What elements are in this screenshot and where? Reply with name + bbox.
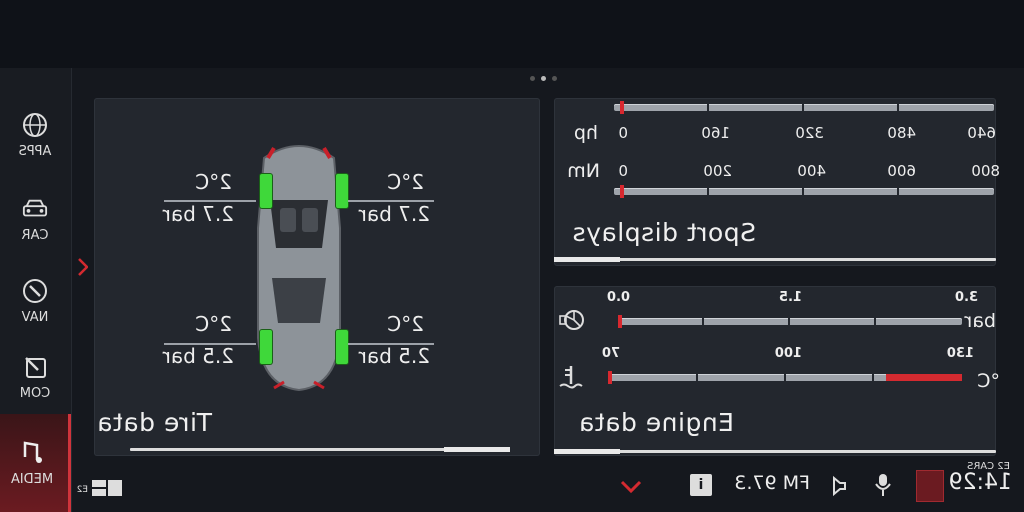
nm-gauge-track: [614, 188, 994, 195]
boost-unit: bar: [964, 310, 996, 332]
hp-tick: 640: [967, 124, 996, 142]
globe-icon: [22, 112, 48, 138]
hp-tick: 160: [701, 124, 730, 142]
wheel-rear-right: [260, 330, 272, 364]
sidebar-item-label: COM: [19, 385, 51, 401]
sidebar-item-label: MEDIA: [10, 471, 54, 487]
hp-gauge-marker: [620, 101, 624, 114]
oil-unit: °C: [977, 370, 1000, 392]
nm-tick: 0: [618, 162, 628, 180]
hp-gauge-track: [614, 104, 994, 111]
nm-tick: 800: [971, 162, 1000, 180]
mirrored-ui: APPS CAR NAV COM MEDIA Tire data 2°C 2.7…: [0, 0, 1024, 512]
hp-tick: 0: [618, 124, 628, 142]
chevron-icon[interactable]: [78, 258, 88, 276]
tire-temp: 2°C: [387, 312, 424, 336]
hp-tick: 480: [887, 124, 916, 142]
oil-tick: 100: [774, 346, 802, 361]
sidebar-item-com[interactable]: COM: [0, 338, 71, 416]
boost-gauge-track: [618, 318, 962, 325]
panel-bottom-bar: [554, 257, 996, 262]
oil-tick: 130: [946, 346, 974, 361]
tire-panel-title: Tire data: [96, 408, 212, 437]
info-badge[interactable]: i: [690, 474, 712, 496]
tire-pressure: 2.5 bar: [358, 344, 430, 368]
tire-temp: 2°C: [195, 312, 232, 336]
clock: 14:29: [948, 470, 1012, 495]
nm-tick: 600: [887, 162, 916, 180]
sidebar: APPS CAR NAV COM MEDIA: [0, 68, 72, 512]
oil-gauge-marker: [608, 371, 612, 384]
layout-switch-icon[interactable]: [92, 480, 122, 496]
boost-gauge-marker: [618, 315, 622, 328]
nm-tick: 200: [703, 162, 732, 180]
sidebar-item-car[interactable]: CAR: [0, 180, 71, 258]
tire-pressure: 2.5 bar: [162, 344, 234, 368]
engine-panel-title: Engine data: [578, 408, 734, 437]
music-note-icon: [19, 440, 45, 466]
tire-temp: 2°C: [387, 170, 424, 194]
compass-icon: [22, 278, 48, 304]
nm-tick: 400: [797, 162, 826, 180]
oil-tick: 70: [601, 346, 620, 361]
sport-panel-title: Sport displays: [572, 218, 756, 247]
turbo-icon: [559, 310, 584, 330]
edit-icon: [22, 354, 48, 380]
wheel-front-left: [336, 174, 348, 208]
sidebar-item-label: APPS: [18, 143, 52, 159]
car-front-icon: [22, 196, 48, 222]
signal-indicator[interactable]: [916, 470, 944, 502]
sidebar-item-label: NAV: [21, 309, 49, 325]
coolant-temp-icon: [559, 366, 583, 389]
nm-gauge-marker: [620, 185, 624, 198]
wheel-front-right: [260, 174, 272, 208]
sidebar-item-media[interactable]: MEDIA: [0, 414, 71, 512]
wheel-rear-left: [336, 330, 348, 364]
hp-unit: hp: [573, 122, 598, 144]
tire-pressure: 2.7 bar: [358, 202, 430, 226]
boost-tick: 3.0: [954, 290, 978, 305]
tire-pressure: 2.7 bar: [162, 202, 234, 226]
sidebar-item-label: CAR: [21, 227, 49, 243]
oil-gauge-track: [608, 374, 962, 381]
sidebar-item-nav[interactable]: NAV: [0, 262, 71, 340]
panel-bottom-bar: [554, 449, 996, 454]
layout-label: E2: [76, 485, 88, 495]
speaker-icon[interactable]: [826, 475, 848, 497]
hp-tick: 320: [795, 124, 824, 142]
brand-label: E2 CARS: [967, 461, 1010, 472]
nm-unit: Nm: [567, 160, 600, 182]
boost-tick: 1.5: [778, 290, 802, 305]
panel-bottom-bar: [130, 447, 510, 452]
microphone-icon[interactable]: [874, 472, 892, 498]
tire-temp: 2°C: [195, 170, 232, 194]
oil-hot-zone: [886, 374, 962, 381]
sidebar-item-apps[interactable]: APPS: [0, 96, 71, 174]
boost-tick: 0.0: [606, 290, 630, 305]
chevron-down-icon[interactable]: [620, 480, 642, 494]
radio-station[interactable]: FM 97.3: [734, 472, 810, 494]
